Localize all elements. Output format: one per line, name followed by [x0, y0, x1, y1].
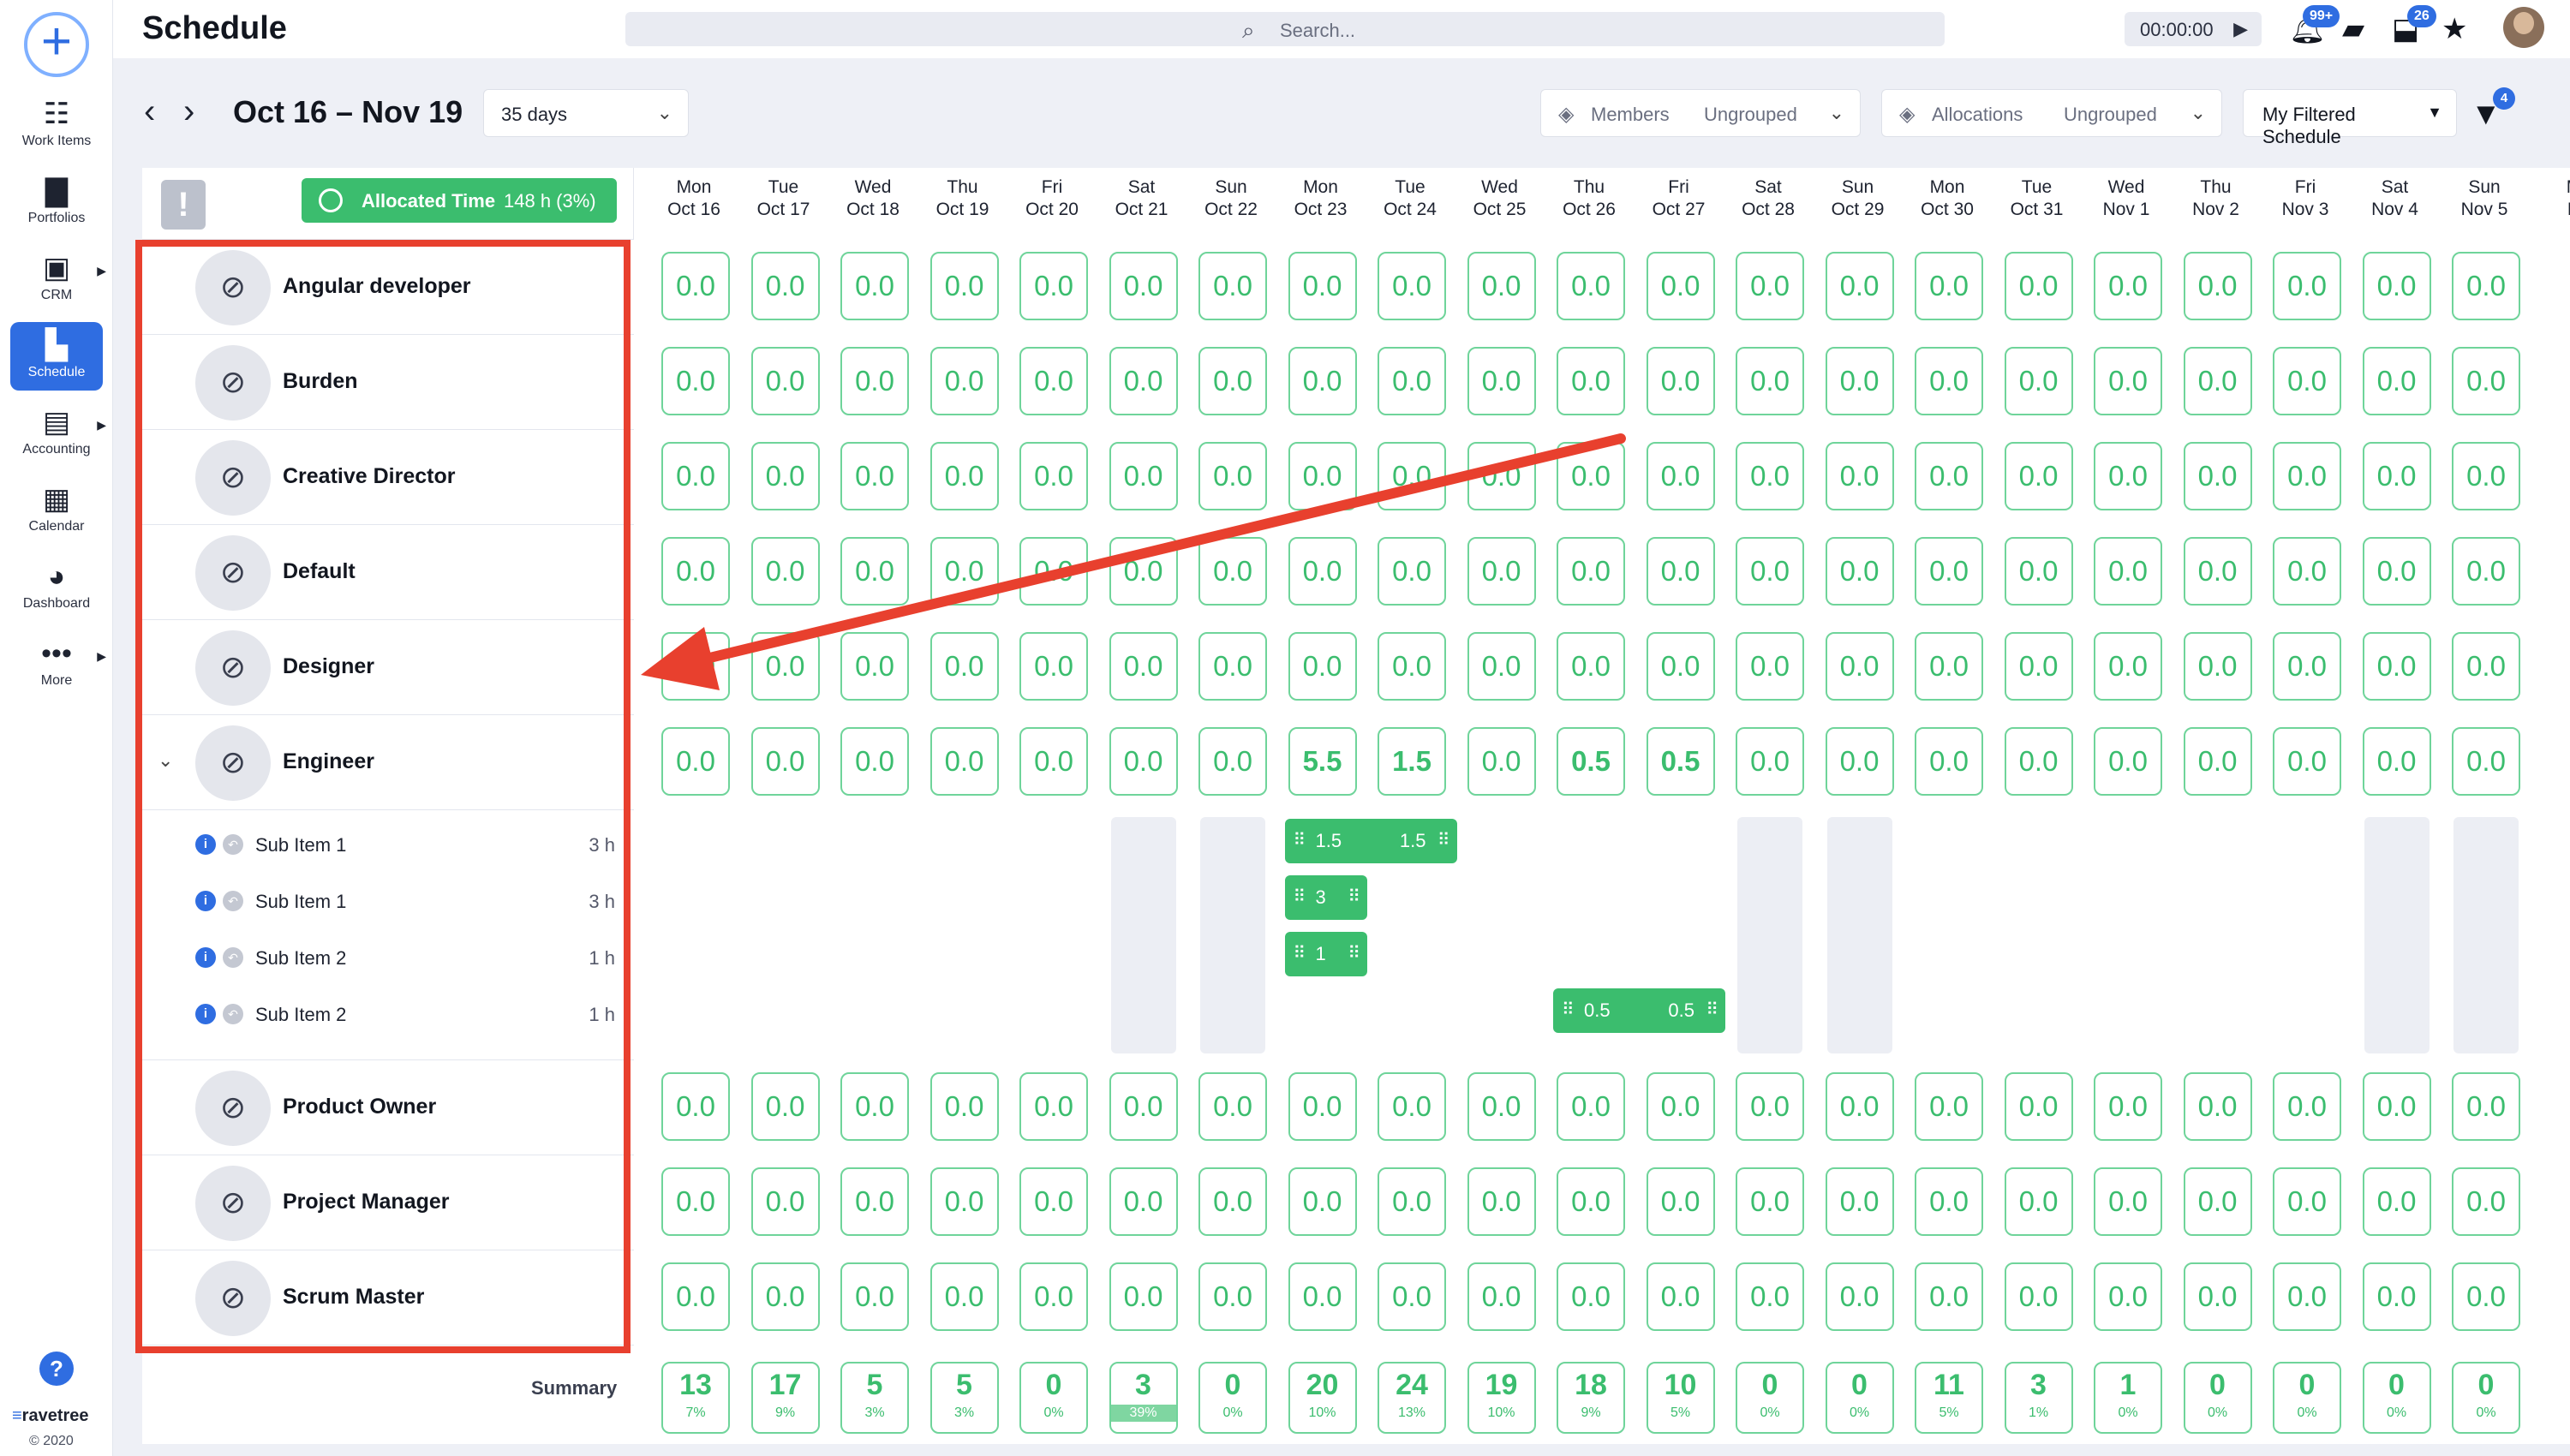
annotation-arrow: [641, 433, 1626, 690]
app-root: + ☷ Work Items ▇ Portfolios ▣ CRM ▶ ▙ Schedule ▤ A…: [0, 0, 2570, 1456]
